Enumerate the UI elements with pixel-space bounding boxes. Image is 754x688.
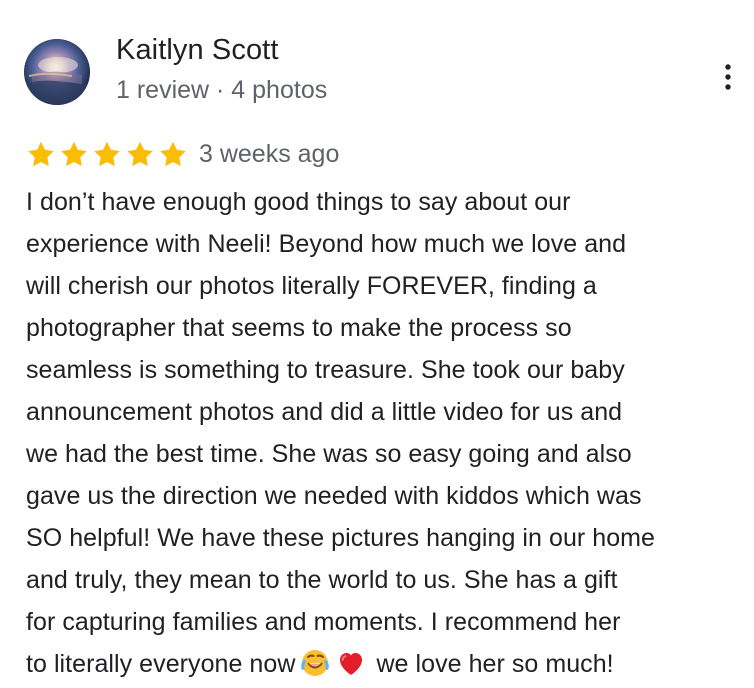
review-text-line: we had the best time. She was so easy go… bbox=[26, 440, 632, 468]
review-header: Kaitlyn Scott 1 review · 4 photos bbox=[24, 33, 744, 109]
star-icon bbox=[26, 140, 56, 168]
review-text-line: SO helpful! We have these pictures hangi… bbox=[26, 524, 656, 552]
review-text-line: gave us the direction we needed with kid… bbox=[26, 482, 642, 510]
review-text-line: I don’t have enough good things to say a… bbox=[26, 188, 571, 216]
review-text-line: experience with Neeli! Beyond how much w… bbox=[26, 230, 627, 258]
review-text-last-line: to literally everyone now we love her so… bbox=[26, 643, 746, 685]
review-text-line: to literally everyone now bbox=[26, 650, 296, 678]
star-icon bbox=[125, 140, 155, 168]
review-text-trailing: we love her so much! bbox=[376, 650, 614, 678]
rating-row: 3 weeks ago bbox=[26, 139, 446, 169]
red-heart-emoji-icon bbox=[335, 647, 367, 679]
laughing-emoji-icon bbox=[299, 647, 331, 679]
review-text-line: and truly, they mean to the world to us.… bbox=[26, 566, 618, 594]
author-name[interactable]: Kaitlyn Scott bbox=[116, 33, 279, 67]
author-meta: 1 review · 4 photos bbox=[116, 76, 328, 104]
review-text-line: photographer that seems to make the proc… bbox=[26, 314, 572, 342]
avatar[interactable] bbox=[24, 39, 90, 105]
review-card: Kaitlyn Scott 1 review · 4 photos 3 week… bbox=[0, 0, 754, 688]
review-text-line: will cherish our photos literally FOREVE… bbox=[26, 272, 597, 300]
star-icon bbox=[158, 140, 188, 168]
star-icon bbox=[92, 140, 122, 168]
review-text-line: for capturing families and moments. I re… bbox=[26, 608, 621, 636]
more-options-button[interactable] bbox=[714, 59, 742, 95]
review-text: I don’t have enough good things to say a… bbox=[26, 181, 746, 685]
star-rating bbox=[26, 140, 188, 168]
star-icon bbox=[59, 140, 89, 168]
review-text-line: announcement photos and did a little vid… bbox=[26, 398, 623, 426]
review-time: 3 weeks ago bbox=[199, 140, 340, 168]
review-text-line: seamless is something to treasure. She t… bbox=[26, 356, 625, 384]
more-vert-icon bbox=[724, 63, 732, 91]
